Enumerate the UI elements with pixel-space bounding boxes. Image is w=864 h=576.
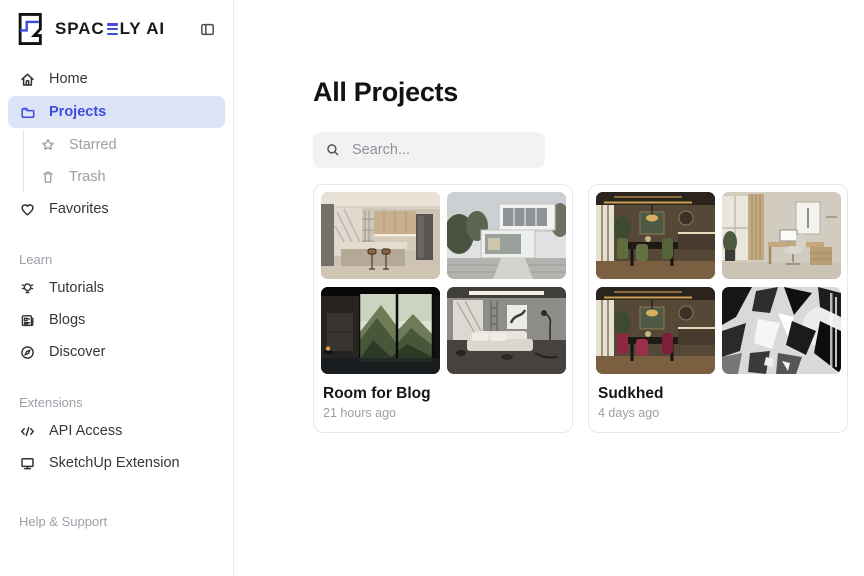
sidebar-item-favorites[interactable]: Favorites bbox=[8, 194, 225, 224]
sidebar-item-projects[interactable]: Projects bbox=[8, 96, 225, 128]
section-label-learn: Learn bbox=[8, 252, 225, 267]
sidebar-item-discover[interactable]: Discover bbox=[8, 337, 225, 367]
project-title: Sudkhed bbox=[598, 385, 838, 403]
sidebar: SPAC LY AI Home bbox=[0, 0, 234, 576]
project-thumbnail bbox=[596, 287, 715, 374]
page-title: All Projects bbox=[313, 77, 848, 108]
search-box[interactable] bbox=[313, 132, 545, 168]
lightbulb-icon bbox=[19, 280, 36, 297]
app-window: SPAC LY AI Home bbox=[0, 0, 864, 576]
project-grid: Room for Blog 21 hours ago bbox=[313, 184, 848, 433]
sidebar-item-starred[interactable]: Starred bbox=[29, 130, 225, 160]
project-thumbnail bbox=[447, 192, 566, 279]
project-card[interactable]: Room for Blog 21 hours ago bbox=[313, 184, 573, 433]
project-timestamp: 21 hours ago bbox=[323, 406, 563, 420]
section-label-help-support[interactable]: Help & Support bbox=[8, 514, 225, 529]
stylized-e-icon bbox=[107, 23, 118, 35]
project-thumbnail bbox=[321, 192, 440, 279]
project-title: Room for Blog bbox=[323, 385, 563, 403]
brand-name: SPAC LY AI bbox=[55, 19, 165, 39]
sidebar-item-tutorials[interactable]: Tutorials bbox=[8, 273, 225, 303]
sidebar-item-label: Discover bbox=[49, 344, 105, 360]
home-icon bbox=[19, 71, 36, 88]
heart-icon bbox=[19, 201, 36, 218]
project-thumbnail bbox=[722, 287, 841, 374]
sidebar-item-blogs[interactable]: Blogs bbox=[8, 305, 225, 335]
project-thumbnail bbox=[722, 192, 841, 279]
spacely-logo-icon bbox=[14, 11, 46, 47]
sidebar-item-label: API Access bbox=[49, 423, 122, 439]
projects-subgroup: Starred Trash bbox=[23, 130, 225, 192]
monitor-icon bbox=[19, 455, 36, 472]
sidebar-item-label: Trash bbox=[69, 169, 106, 185]
sidebar-item-label: Home bbox=[49, 71, 88, 87]
project-thumbnail bbox=[321, 287, 440, 374]
brand-suffix: LY AI bbox=[120, 19, 165, 39]
main-content: All Projects bbox=[234, 0, 864, 576]
newspaper-icon bbox=[19, 312, 36, 329]
folder-icon bbox=[19, 104, 36, 121]
project-card[interactable]: Sudkhed 4 days ago bbox=[588, 184, 848, 433]
sidebar-item-trash[interactable]: Trash bbox=[29, 162, 225, 192]
brand-prefix: SPAC bbox=[55, 19, 105, 39]
sidebar-item-label: Tutorials bbox=[49, 280, 104, 296]
thumbnail-grid bbox=[321, 192, 565, 374]
search-icon bbox=[325, 142, 341, 158]
project-thumbnail bbox=[447, 287, 566, 374]
project-timestamp: 4 days ago bbox=[598, 406, 838, 420]
sidebar-item-label: Favorites bbox=[49, 201, 109, 217]
brand-header: SPAC LY AI bbox=[0, 0, 233, 56]
section-label-extensions: Extensions bbox=[8, 395, 225, 410]
sidebar-item-label: SketchUp Extension bbox=[49, 455, 180, 471]
search-input[interactable] bbox=[350, 141, 533, 159]
sidebar-item-api-access[interactable]: API Access bbox=[8, 416, 225, 446]
star-icon bbox=[40, 137, 56, 153]
project-thumbnail bbox=[596, 192, 715, 279]
sidebar-item-label: Projects bbox=[49, 104, 106, 120]
compass-icon bbox=[19, 344, 36, 361]
code-icon bbox=[19, 423, 36, 440]
thumbnail-grid bbox=[596, 192, 840, 374]
sidebar-item-label: Blogs bbox=[49, 312, 85, 328]
sidebar-nav: Home Projects bbox=[0, 56, 233, 576]
sidebar-item-sketchup-extension[interactable]: SketchUp Extension bbox=[8, 448, 225, 478]
sidebar-item-label: Starred bbox=[69, 137, 117, 153]
sidebar-item-home[interactable]: Home bbox=[8, 64, 225, 94]
sidebar-collapse-icon[interactable] bbox=[197, 19, 218, 40]
trash-icon bbox=[40, 169, 56, 185]
